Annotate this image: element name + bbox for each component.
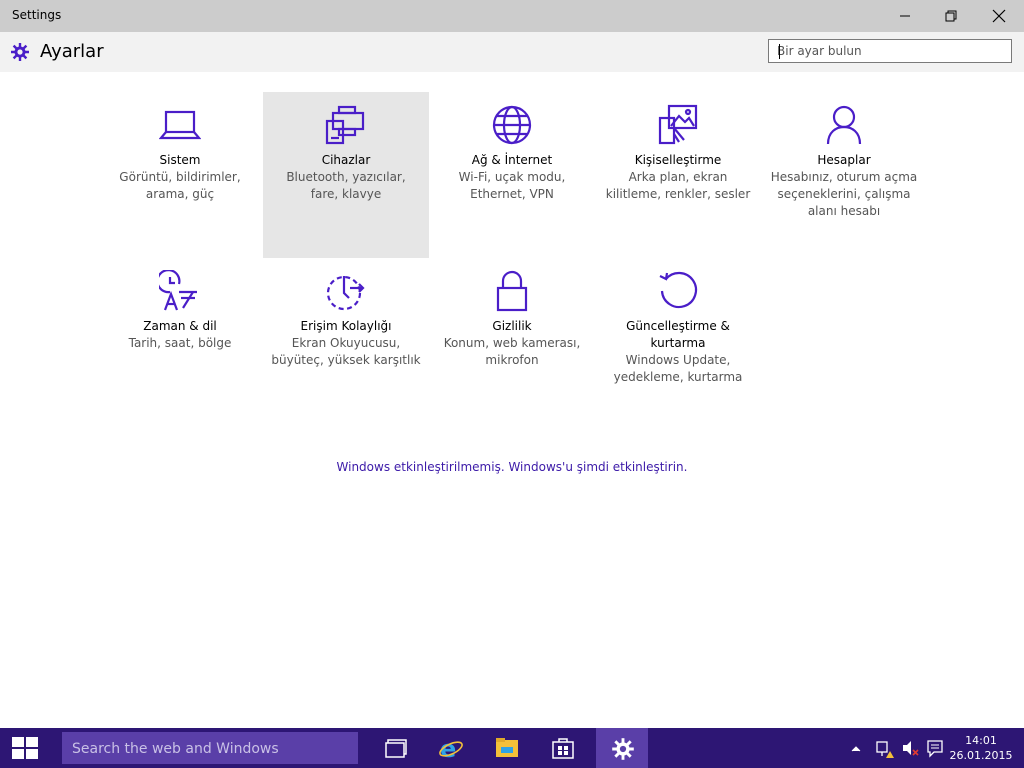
volume-muted-icon[interactable] (900, 728, 920, 768)
tile-description: seçeneklerini, çalışma (777, 187, 911, 201)
restore-icon (945, 10, 957, 22)
windows-logo-icon (12, 737, 38, 759)
tile-description: Ethernet, VPN (470, 187, 554, 201)
tile-personalization[interactable]: Kişiselleştirme Arka plan, ekran kilitle… (595, 92, 761, 258)
tile-title-line2: kurtarma (650, 336, 706, 350)
tile-title: Sistem (159, 153, 201, 167)
tile-description: kilitleme, renkler, sesler (605, 187, 751, 201)
internet-explorer-icon: e (439, 736, 463, 760)
network-warning-icon[interactable] (874, 728, 894, 768)
action-center-icon[interactable] (925, 728, 945, 768)
tile-description: Konum, web kamerası, (443, 336, 581, 350)
devices-icon (325, 105, 365, 145)
tile-title: Ağ & İnternet (471, 153, 553, 167)
tile-description: Bluetooth, yazıcılar, (286, 170, 406, 184)
activate-windows-link[interactable]: Windows etkinleştirilmemiş. Windows'u şi… (0, 460, 1024, 474)
tile-devices[interactable]: Cihazlar Bluetooth, yazıcılar, fare, kla… (263, 92, 429, 258)
globe-icon (492, 105, 532, 145)
folder-icon (496, 738, 518, 757)
page-title: Ayarlar (40, 41, 104, 62)
text-caret (779, 44, 780, 59)
tile-description: Hesabınız, oturum açma (770, 170, 918, 184)
ease-of-access-icon (326, 275, 365, 311)
taskbar-search-box[interactable] (62, 732, 358, 765)
tile-accounts[interactable]: Hesaplar Hesabınız, oturum açma seçenekl… (761, 92, 927, 258)
task-view-icon (385, 739, 407, 758)
tile-title: Gizlilik (492, 319, 532, 333)
laptop-icon (159, 110, 201, 140)
tile-description: Ekran Okuyucusu, (291, 336, 401, 350)
clock-date: 26.01.2015 (949, 749, 1013, 762)
tile-description: mikrofon (485, 353, 539, 367)
time-language-icon (159, 270, 197, 311)
window-title: Settings (12, 8, 62, 22)
show-hidden-icons-icon[interactable] (850, 728, 862, 768)
lock-icon (496, 270, 528, 312)
taskbar-search-input[interactable] (70, 733, 354, 765)
tile-system[interactable]: Sistem Görüntü, bildirimler, arama, güç (97, 92, 263, 258)
tile-update-recovery[interactable]: Güncelleştirme & kurtarma Windows Update… (595, 258, 761, 424)
tile-description: arama, güç (145, 187, 215, 201)
taskbar: e (0, 728, 1024, 768)
tile-privacy[interactable]: Gizlilik Konum, web kamerası, mikrofon (429, 258, 595, 424)
taskbar-clock[interactable]: 14:01 26.01.2015 (946, 733, 1016, 763)
gear-icon (612, 738, 634, 760)
tile-title: Hesaplar (817, 153, 871, 167)
tile-description: fare, klavye (310, 187, 382, 201)
internet-explorer-button[interactable]: e (425, 728, 475, 768)
store-icon (552, 738, 574, 759)
tile-description: büyüteç, yüksek karşıtlık (271, 353, 421, 367)
task-view-button[interactable] (371, 728, 421, 768)
update-icon (659, 271, 698, 309)
tile-description: yedekleme, kurtarma (613, 370, 743, 384)
minimize-icon (900, 15, 910, 17)
restore-button[interactable] (928, 0, 974, 32)
tile-title: Zaman & dil (143, 319, 217, 333)
tile-description: Wi-Fi, uçak modu, (458, 170, 566, 184)
settings-taskbar-button[interactable] (596, 728, 648, 768)
tile-description: Görüntü, bildirimler, (119, 170, 241, 184)
close-button[interactable] (976, 0, 1022, 32)
title-bar: Settings (0, 0, 1024, 32)
file-explorer-button[interactable] (482, 728, 532, 768)
gear-icon (11, 43, 29, 61)
tile-title: Cihazlar (321, 153, 371, 167)
settings-header: Ayarlar (0, 32, 1024, 72)
tile-network-internet[interactable]: Ağ & İnternet Wi-Fi, uçak modu, Ethernet… (429, 92, 595, 258)
minimize-button[interactable] (882, 0, 928, 32)
settings-search-input[interactable] (777, 41, 1009, 61)
tile-title: Erişim Kolaylığı (300, 319, 392, 333)
person-icon (826, 105, 862, 145)
tile-ease-of-access[interactable]: Erişim Kolaylığı Ekran Okuyucusu, büyüte… (263, 258, 429, 424)
tile-description: Tarih, saat, bölge (128, 336, 232, 350)
tile-description: alanı hesabı (807, 204, 881, 218)
tile-title: Kişiselleştirme (634, 153, 722, 167)
tile-description: Windows Update, (625, 353, 731, 367)
tile-time-language[interactable]: Zaman & dil Tarih, saat, bölge (97, 258, 263, 424)
close-icon (992, 9, 1006, 23)
tile-title: Güncelleştirme & (626, 319, 730, 333)
tile-description: Arka plan, ekran (628, 170, 728, 184)
store-button[interactable] (538, 728, 588, 768)
personalization-icon (658, 104, 698, 145)
start-button[interactable] (0, 728, 50, 768)
clock-time: 14:01 (965, 734, 997, 747)
settings-search-box[interactable] (768, 39, 1012, 63)
